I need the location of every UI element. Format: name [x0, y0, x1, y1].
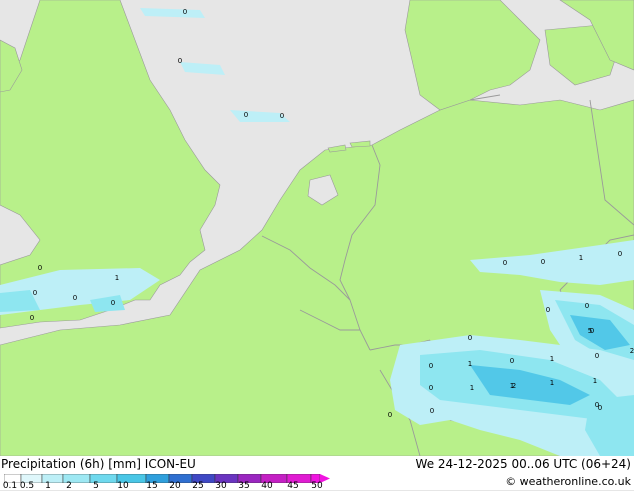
precip-point-value: 0 [595, 352, 599, 360]
precip-point-value: 1 [593, 377, 597, 385]
precip-point-value: 0 [618, 250, 622, 258]
precip-point-value: 0 [111, 299, 115, 307]
precip-point-value: 0 [510, 357, 514, 365]
precip-point-value: 1 [470, 384, 474, 392]
precip-point-value: 0 [541, 258, 545, 266]
precip-point-value: 0 [244, 111, 248, 119]
precipitation-legend-bar [4, 474, 330, 483]
precip-point-value: 0 [30, 314, 34, 322]
credit-link[interactable]: © weatheronline.co.uk [505, 475, 631, 488]
precip-point-value: 2 [512, 382, 516, 390]
precip-point-value: 0 [33, 289, 37, 297]
precip-point-value: 1 [550, 355, 554, 363]
precip-point-value: 0 [585, 302, 589, 310]
precip-point-value: 2 [630, 347, 634, 355]
precip-point-value: 0 [546, 306, 550, 314]
precip-point-value: 1 [468, 360, 472, 368]
precip-point-value: 1 [115, 274, 119, 282]
precip-point-value: 0 [429, 362, 433, 370]
precip-point-value: 0 [38, 264, 42, 272]
precip-point-value: 0 [73, 294, 77, 302]
precip-point-value: 0 [468, 334, 472, 342]
precip-point-value: 5 [588, 327, 592, 335]
precip-point-value: 1 [550, 379, 554, 387]
precip-point-value: 0 [503, 259, 507, 267]
precip-point-value: 0 [388, 411, 392, 419]
precip-point-value: 0 [598, 404, 602, 412]
precip-point-value: 0 [280, 112, 284, 120]
precip-point-value: 0 [183, 8, 187, 16]
map-title: Precipitation (6h) [mm] ICON-EU [1, 457, 196, 471]
forecast-timestamp: We 24-12-2025 00..06 UTC (06+24) [415, 457, 631, 471]
precipitation-map: 000 00100000 0001000520 1 0 10 1 12 1 1000 0 0 [0, 0, 634, 456]
precip-point-value: 0 [430, 407, 434, 415]
precip-point-value: 0 [429, 384, 433, 392]
precip-point-value: 1 [579, 254, 583, 262]
footer: Precipitation (6h) [mm] ICON-EU We 24-12… [0, 456, 634, 491]
precip-point-value: 0 [178, 57, 182, 65]
